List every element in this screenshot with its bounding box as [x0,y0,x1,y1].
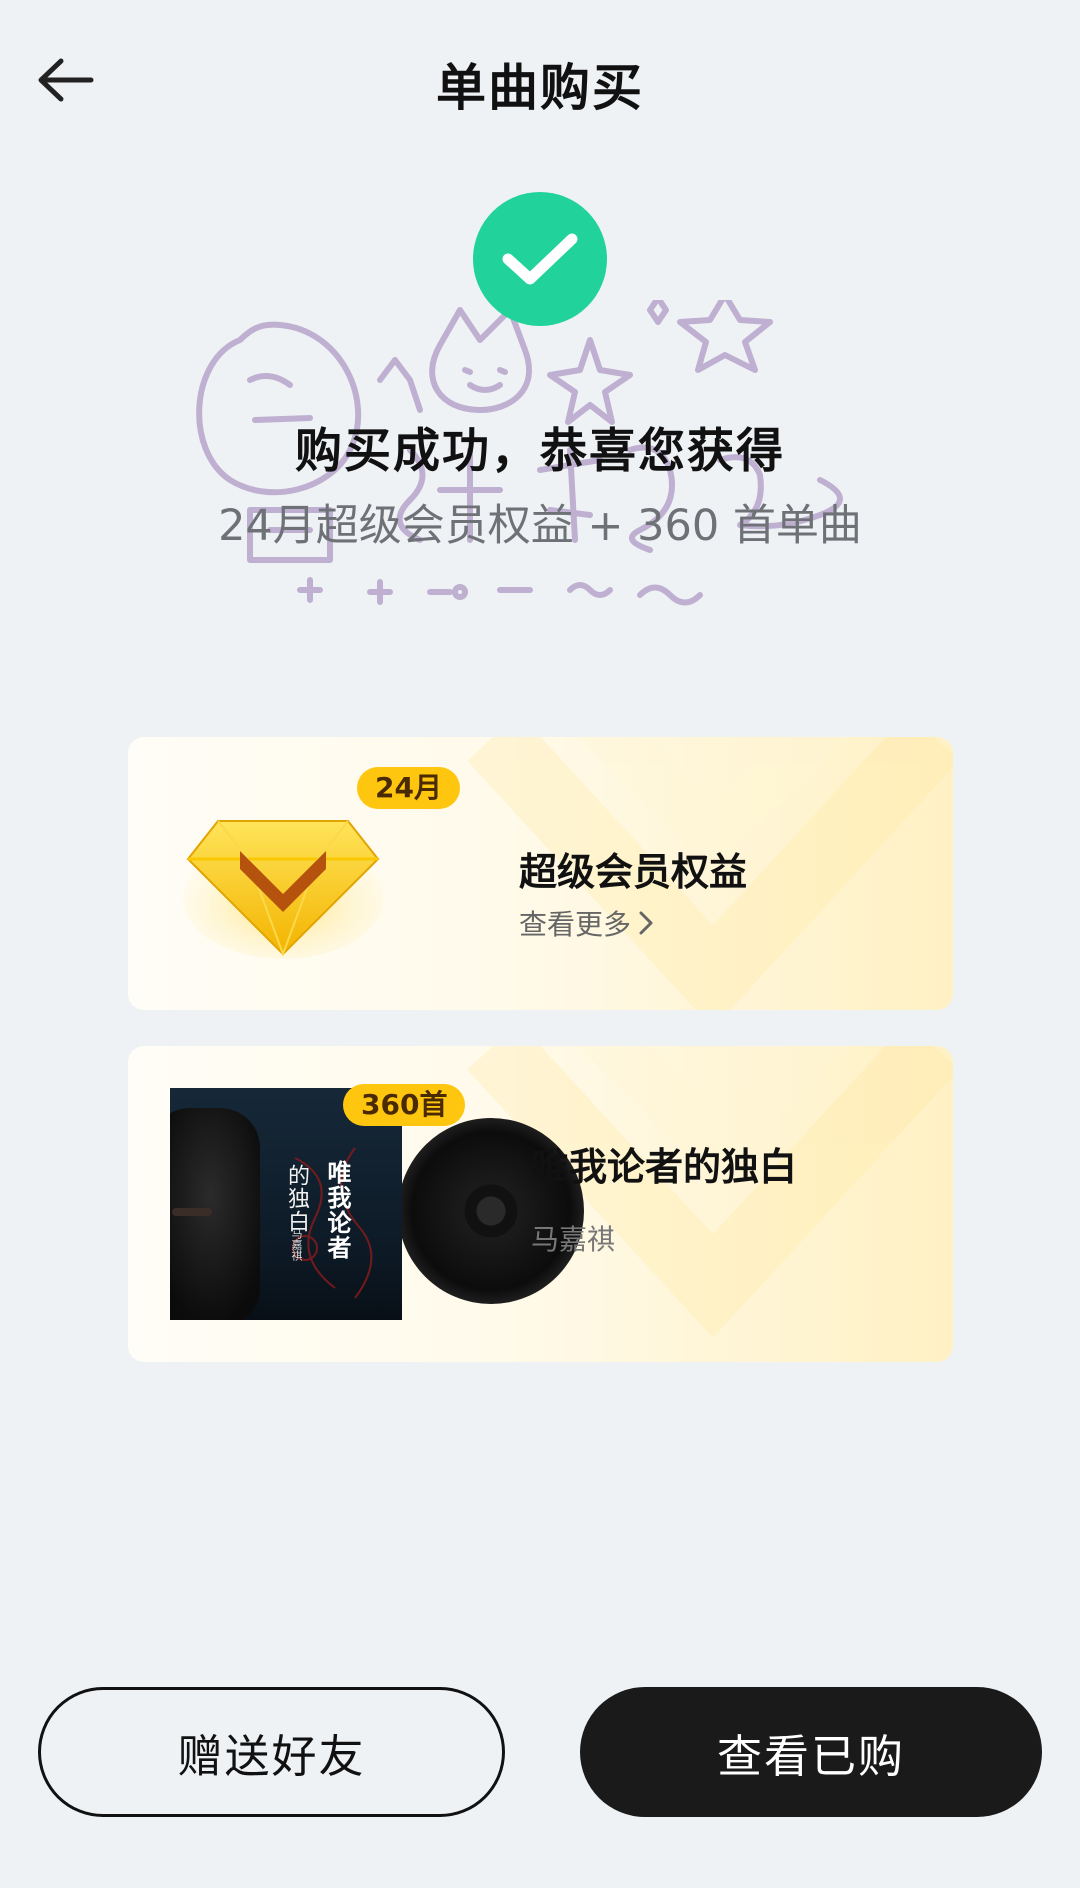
vip-card-title: 超级会员权益 [519,850,748,894]
gift-friend-button[interactable]: 赠送好友 [38,1687,505,1817]
check-icon [502,233,578,285]
view-more-link[interactable]: 查看更多 [519,903,657,943]
album-portrait-eye [172,1208,212,1216]
album-artist: 马嘉祺 [290,1228,303,1261]
song-card[interactable]: 唯我论者 的独白 马嘉祺 360首 唯我论者的独白 马嘉祺 [128,1046,953,1362]
success-title: 购买成功，恭喜您获得 [295,424,785,479]
song-title: 唯我论者的独白 [531,1145,798,1189]
success-subtitle: 24月超级会员权益 + 360 首单曲 [218,501,862,551]
album-title-side: 的独白 [284,1164,309,1233]
duration-badge: 24月 [357,767,460,809]
page-title: 单曲购买 [436,59,644,117]
diamond-icon [183,820,383,959]
vip-benefit-card[interactable]: 24月 超级会员权益 查看更多 [128,737,953,1010]
song-count-badge: 360首 [343,1084,466,1126]
view-more-label: 查看更多 [519,908,632,941]
success-check-icon [473,192,607,326]
album-portrait [170,1108,260,1320]
album-title-main: 唯我论者 [323,1160,351,1260]
view-purchased-button[interactable]: 查看已购 [580,1687,1042,1817]
song-artist: 马嘉祺 [531,1223,616,1256]
chevron-right-icon [639,911,653,935]
top-bar: 单曲购买 [0,0,1080,170]
